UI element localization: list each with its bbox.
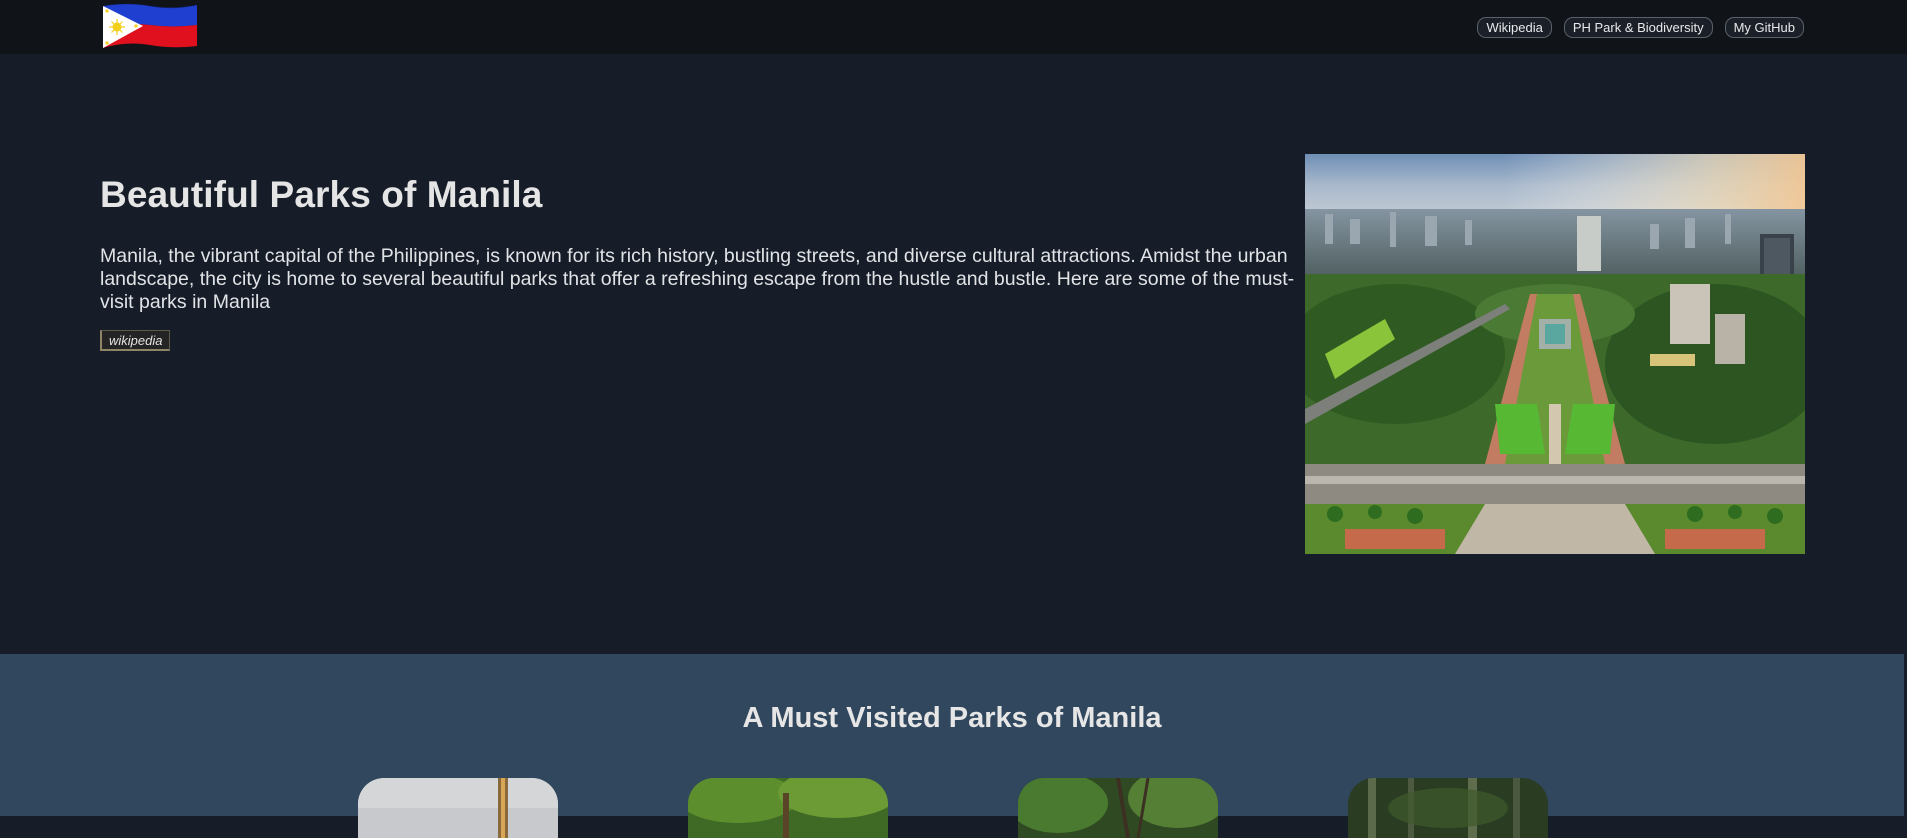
nav-link-github[interactable]: My GitHub — [1724, 17, 1804, 38]
forest-photo — [1348, 778, 1548, 838]
wikipedia-button[interactable]: wikipedia — [100, 330, 171, 351]
park-card-2[interactable] — [688, 778, 888, 838]
palm-park-photo — [1018, 778, 1218, 838]
park-card-4[interactable] — [1348, 778, 1548, 838]
rizal-park-aerial-image — [1305, 154, 1805, 554]
philippine-flag-logo[interactable] — [103, 2, 197, 48]
monument-photo — [358, 778, 558, 838]
tree-garden-photo — [688, 778, 888, 838]
hero-description: Manila, the vibrant capital of the Phili… — [100, 245, 1295, 313]
nav-link-wikipedia[interactable]: Wikipedia — [1477, 17, 1552, 38]
nav-links: Wikipedia PH Park & Biodiversity My GitH… — [1477, 17, 1804, 38]
top-navbar: Wikipedia PH Park & Biodiversity My GitH… — [0, 0, 1907, 54]
hero-section: Beautiful Parks of Manila Manila, the vi… — [0, 54, 1907, 654]
parks-section: A Must Visited Parks of Manila — [0, 654, 1904, 838]
park-card-3[interactable] — [1018, 778, 1218, 838]
page-title: Beautiful Parks of Manila — [100, 174, 543, 215]
nav-link-ph-park-biodiversity[interactable]: PH Park & Biodiversity — [1563, 17, 1713, 38]
section-title: A Must Visited Parks of Manila — [742, 702, 1162, 734]
park-card-1[interactable] — [358, 778, 558, 838]
